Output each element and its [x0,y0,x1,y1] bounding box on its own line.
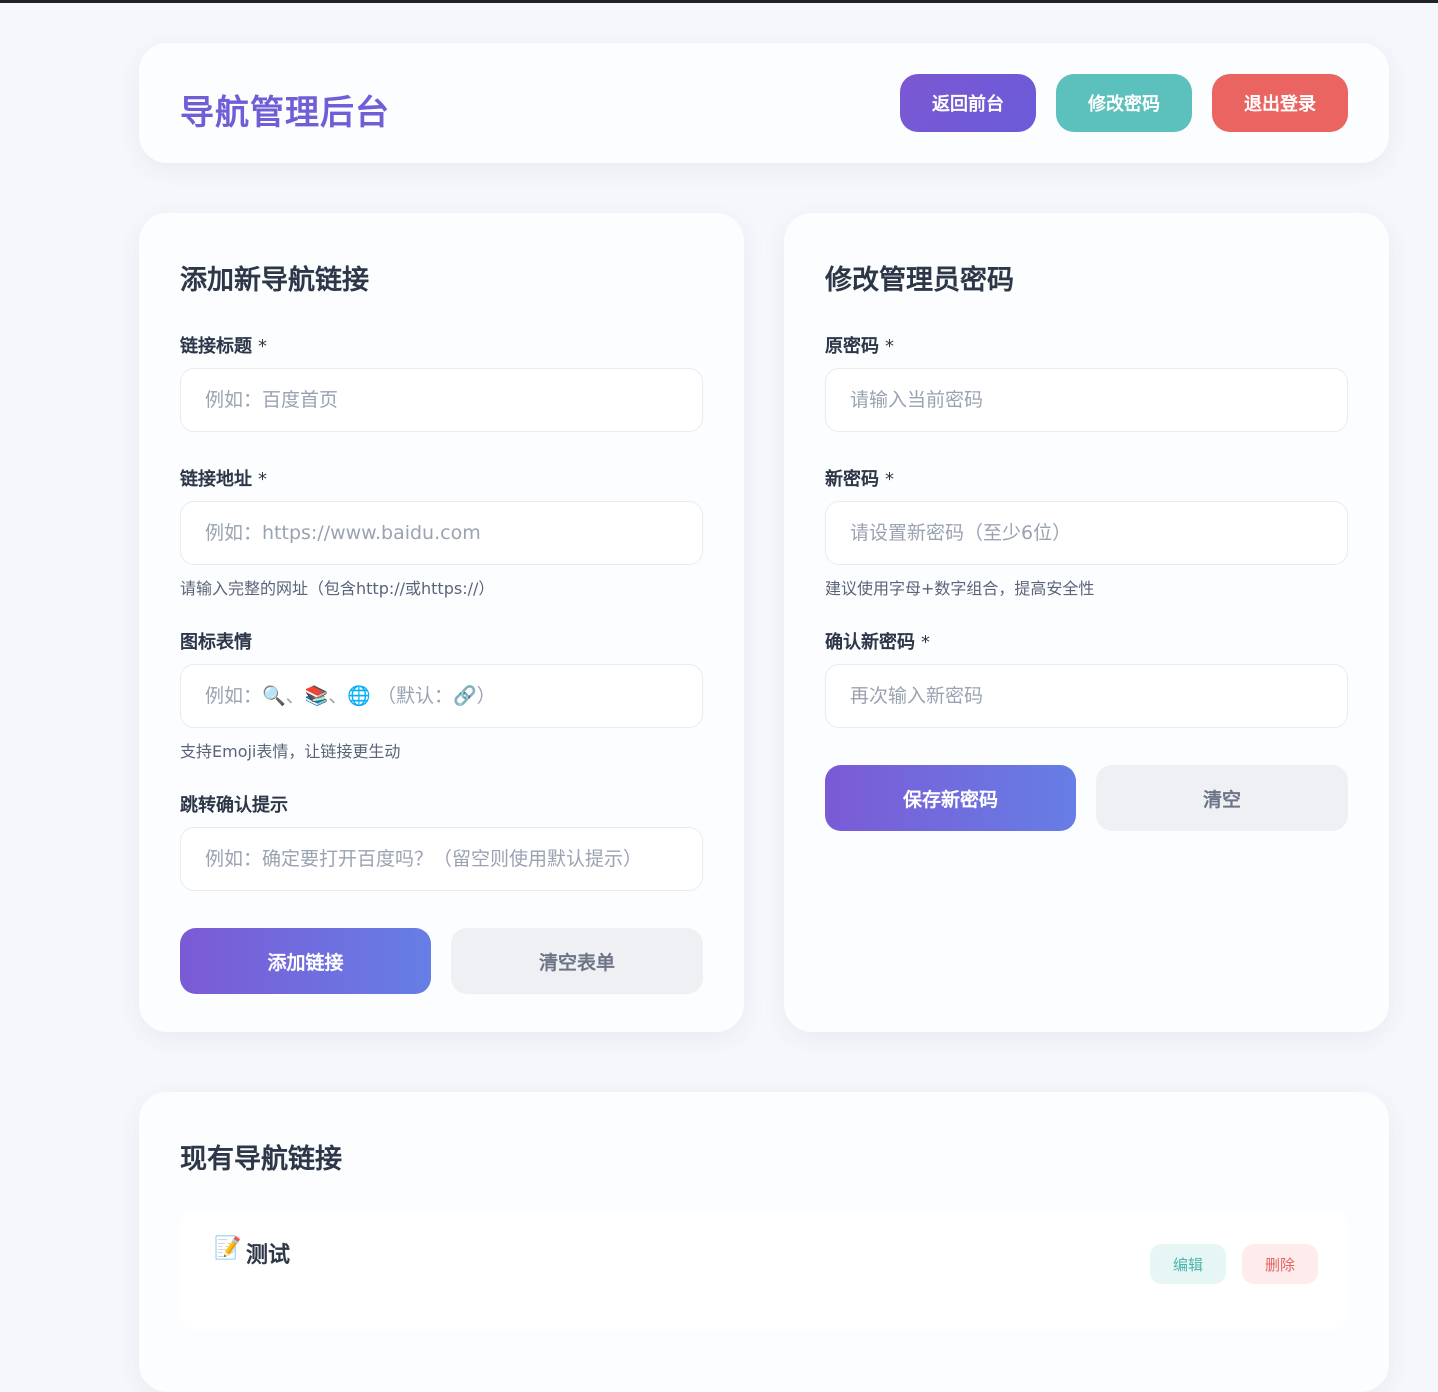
change-password-title: 修改管理员密码 [825,265,1014,296]
add-link-title: 添加新导航链接 [180,265,369,296]
new-password-input[interactable] [825,501,1348,565]
link-title-label-text: 链接标题 [180,336,252,357]
memo-icon: 📝 [214,1236,242,1261]
new-password-label-text: 新密码 [825,469,879,490]
confirm-text-input[interactable] [180,827,703,891]
add-link-card: 添加新导航链接 链接标题 * 链接地址 * 请输入完整的网址（包含http://或h… [139,213,744,1032]
logout-button[interactable]: 退出登录 [1212,74,1348,132]
link-url-label: 链接地址 * [180,465,267,491]
save-password-button[interactable]: 保存新密码 [825,765,1076,831]
clear-form-button[interactable]: 清空表单 [451,928,703,994]
link-url-label-text: 链接地址 [180,469,252,490]
icon-hint: 支持Emoji表情，让链接更生动 [180,742,401,761]
required-mark: * [921,632,930,653]
back-to-front-button[interactable]: 返回前台 [900,74,1036,132]
page-title: 导航管理后台 [180,93,390,133]
new-password-label: 新密码 * [825,465,894,491]
old-password-label: 原密码 * [825,332,894,358]
required-mark: * [885,336,894,357]
confirm-text-label-text: 跳转确认提示 [180,795,288,816]
link-url-input[interactable] [180,501,703,565]
confirm-password-input[interactable] [825,664,1348,728]
required-mark: * [258,469,267,490]
confirm-password-label: 确认新密码 * [825,628,930,654]
link-url-hint: 请输入完整的网址（包含http://或https://） [180,579,495,598]
header-bar: 导航管理后台 返回前台 修改密码 退出登录 [139,43,1389,163]
required-mark: * [885,469,894,490]
existing-links-card: 现有导航链接 📝 测试 编辑 删除 [139,1092,1389,1392]
change-password-card: 修改管理员密码 原密码 * 新密码 * 建议使用字母+数字组合，提高安全性 确认新密… [784,213,1389,1032]
change-password-button[interactable]: 修改密码 [1056,74,1192,132]
required-mark: * [258,336,267,357]
clear-password-button[interactable]: 清空 [1096,765,1348,831]
old-password-input[interactable] [825,368,1348,432]
icon-label: 图标表情 [180,628,252,654]
edit-link-button[interactable]: 编辑 [1150,1244,1226,1284]
existing-links-title: 现有导航链接 [180,1144,342,1175]
confirm-password-label-text: 确认新密码 [825,632,915,653]
link-title-input[interactable] [180,368,703,432]
delete-link-button[interactable]: 删除 [1242,1244,1318,1284]
link-item-title: 测试 [246,1243,291,1268]
old-password-label-text: 原密码 [825,336,879,357]
confirm-text-label: 跳转确认提示 [180,791,288,817]
icon-label-text: 图标表情 [180,632,252,653]
add-link-button[interactable]: 添加链接 [180,928,431,994]
icon-emoji-input[interactable] [180,664,703,728]
list-item: 📝 测试 编辑 删除 [180,1210,1348,1330]
new-password-hint: 建议使用字母+数字组合，提高安全性 [825,579,1095,598]
link-title-label: 链接标题 * [180,332,267,358]
